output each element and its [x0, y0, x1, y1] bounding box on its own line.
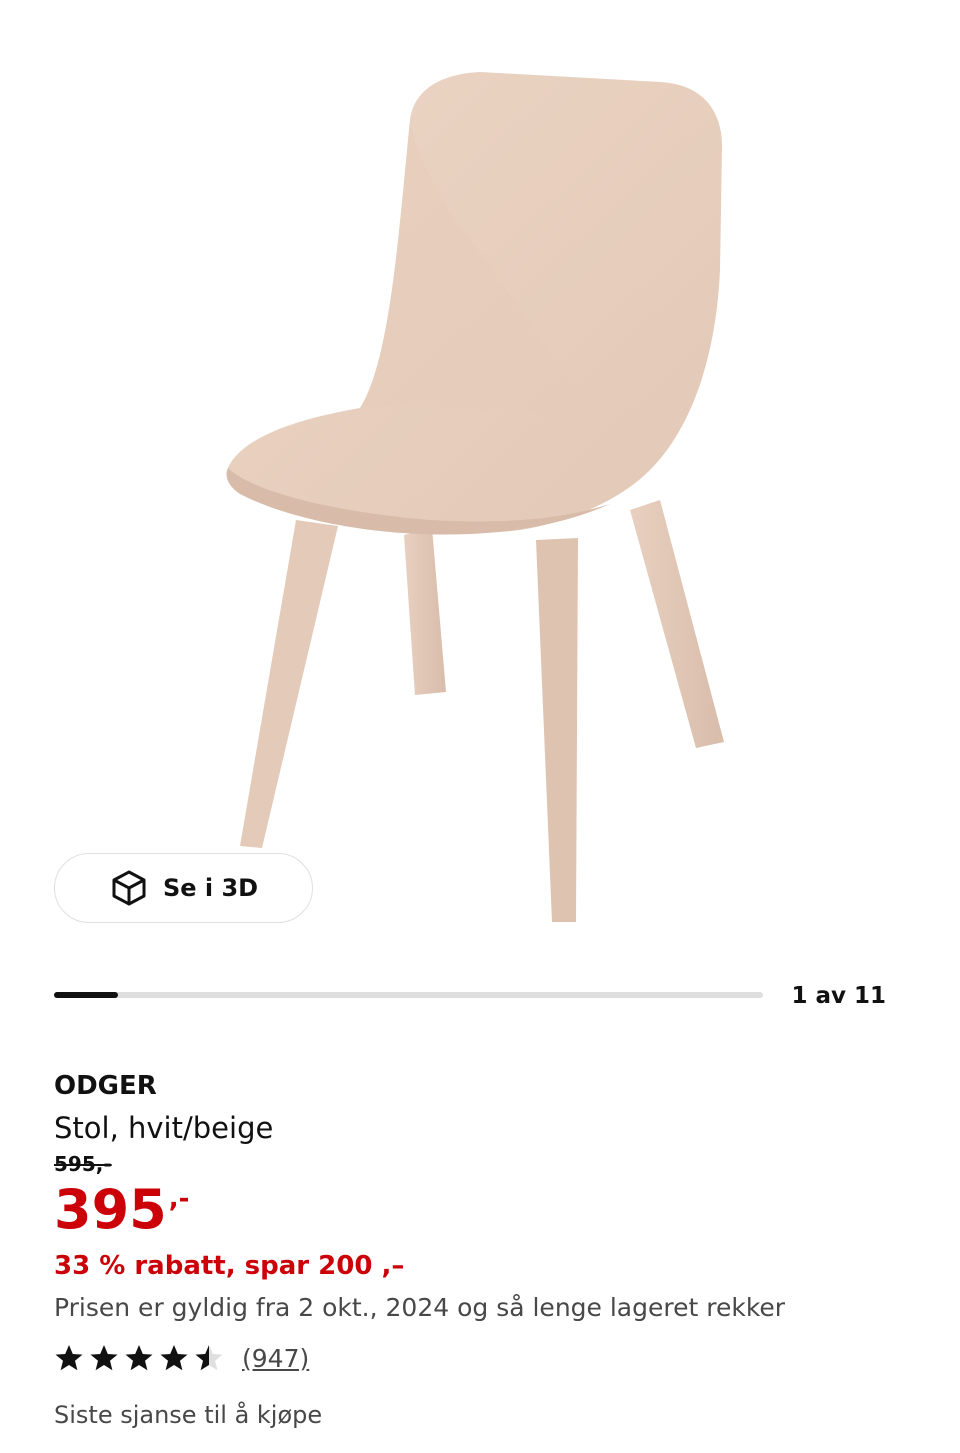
star-icon [125, 1345, 153, 1371]
product-rating[interactable]: (947) [54, 1338, 914, 1378]
gallery-progress-bar[interactable] [54, 992, 763, 998]
gallery-counter: 1 av 11 [791, 983, 886, 1009]
product-summary: ODGER Stol, hvit/beige 595,- 395 ,- 33 %… [54, 1068, 914, 1432]
availability-text: Siste sjanse til å kjøpe [54, 1401, 323, 1429]
gallery-progress-fill [54, 992, 119, 998]
price-validity-text: Prisen er gyldig fra 2 okt., 2024 og så … [54, 1293, 786, 1322]
product-name[interactable]: ODGER [54, 1068, 914, 1104]
star-icon [90, 1345, 118, 1371]
discount-text: 33 % rabatt, spar 200 ,– [54, 1251, 405, 1281]
star-icon [55, 1345, 83, 1371]
price-suffix: ,- [168, 1184, 190, 1214]
product-description: Stol, hvit/beige [54, 1111, 274, 1145]
view-in-3d-label: Se i 3D [162, 874, 259, 902]
view-in-3d-button[interactable]: Se i 3D [54, 853, 313, 923]
current-price: 395 ,- [54, 1182, 914, 1240]
previous-price: 595,- [54, 1152, 112, 1176]
price-integer: 395 [54, 1178, 167, 1241]
star-icon [195, 1345, 223, 1371]
cube-icon [112, 870, 146, 906]
product-image [226, 72, 724, 922]
review-count-link[interactable]: (947) [242, 1344, 309, 1373]
star-icon [160, 1345, 188, 1371]
product-image-gallery[interactable]: Se i 3D [0, 0, 960, 960]
rating-stars [54, 1343, 224, 1373]
